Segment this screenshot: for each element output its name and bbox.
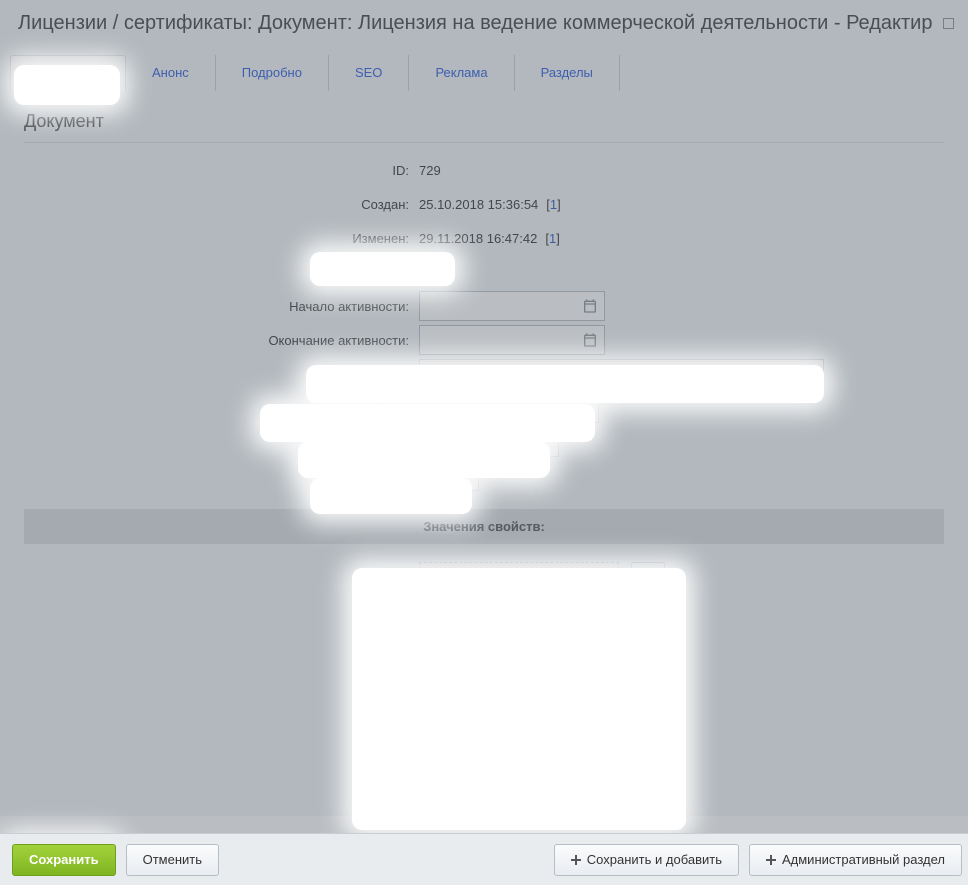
external-input[interactable] [419,427,559,457]
file-menu-button[interactable] [631,562,665,592]
menu-icon [640,571,656,583]
save-and-add-button[interactable]: Сохранить и добавить [554,844,739,876]
calendar-icon [582,332,598,348]
image-icon [640,608,656,622]
check-icon [422,266,434,278]
value-modified-date: 29.11.2018 16:47:42 [419,231,537,246]
tabs: Документ Анонс Подробно SEO Реклама Разд… [0,47,968,91]
tab-ad[interactable]: Реклама [409,55,514,91]
created-user-link[interactable]: 1 [550,197,557,212]
value-id: 729 [419,163,441,178]
active-checkbox[interactable] [419,263,437,281]
row-sort: Сортировка: [24,461,944,491]
row-name: Название: [24,359,944,389]
label-sort: Сортировка: [24,469,419,484]
tab-label: Подробно [242,65,302,80]
row-created: Создан: 25.10.2018 15:36:54 [1] [24,189,944,219]
tab-label: Разделы [541,65,593,80]
label-name: Название: [24,367,419,382]
code-input[interactable] [419,393,599,423]
file-thumbnail[interactable]: PDF 99d095baa1bcdee7daa0f97ed209aa40.pdf… [426,569,612,785]
label-external: Внешний код: [24,435,419,450]
row-end-date: Окончание активности: [24,325,944,355]
cancel-button[interactable]: Отменить [126,844,219,876]
end-date-input[interactable] [419,325,605,355]
panel-title: Документ [24,105,944,142]
label-id: ID: [24,163,419,178]
label-file: Файл: [24,562,419,587]
file-toolbar [631,562,665,668]
footer: Сохранить Отменить Сохранить и добавить … [0,833,968,885]
label-code: Символьный код: [24,401,419,416]
tab-document[interactable]: Документ [10,55,126,91]
divider [24,142,944,143]
file-blank-button[interactable] [631,638,665,668]
file-image-button[interactable] [631,600,665,630]
label-end: Окончание активности: [24,333,419,348]
admin-section-button[interactable]: Административный раздел [749,844,962,876]
tab-label: SEO [355,65,382,80]
sort-input[interactable] [419,461,479,491]
button-label: Сохранить [29,852,99,867]
row-start-date: Начало активности: [24,291,944,321]
row-file: Файл: PDF 99d095baa1bcdee7daa0f97ed209aa… [24,562,944,792]
tab-label: Реклама [435,65,487,80]
calendar-icon [582,298,598,314]
label-active: Активность: [24,265,419,280]
file-remove-icon[interactable]: × [591,757,603,780]
blank-file-icon [642,646,654,660]
form-panel: Документ ID: 729 Создан: 25.10.2018 15:3… [0,91,968,816]
svg-text:PDF: PDF [515,659,528,666]
button-label: Административный раздел [782,852,945,867]
row-id: ID: 729 [24,155,944,185]
titlebar: Лицензии / сертификаты: Документ: Лиценз… [0,0,968,47]
pdf-file-icon: PDF [503,635,535,675]
properties-section-header: Значения свойств: [24,509,944,544]
tab-sections[interactable]: Разделы [515,55,620,91]
start-date-input[interactable] [419,291,605,321]
page-title: Лицензии / сертификаты: Документ: Лиценз… [18,12,932,35]
label-created: Создан: [24,197,419,212]
tab-detail[interactable]: Подробно [216,55,329,91]
button-label: Отменить [143,852,202,867]
row-external: Внешний код: [24,427,944,457]
value-created-date: 25.10.2018 15:36:54 [419,197,538,212]
row-modified: Изменен: 29.11.2018 16:47:42 [1] [24,223,944,253]
label-modified: Изменен: [24,231,419,246]
row-code: Символьный код: [24,393,944,423]
file-name: 99d095baa1bcdee7daa0f97ed209aa40.pdf [435,685,603,719]
plus-icon [571,855,581,865]
tab-label: Анонс [152,65,189,80]
tab-seo[interactable]: SEO [329,55,409,91]
name-input[interactable] [419,359,824,389]
save-button[interactable]: Сохранить [12,844,116,876]
plus-icon [766,855,776,865]
modified-user-link[interactable]: 1 [549,231,556,246]
tab-anons[interactable]: Анонс [126,55,216,91]
window-expand-icon[interactable] [943,18,954,29]
file-dropzone[interactable]: PDF 99d095baa1bcdee7daa0f97ed209aa40.pdf… [419,562,619,792]
tab-label: Документ [37,66,99,81]
label-start: Начало активности: [24,299,419,314]
row-active: Активность: [24,257,944,287]
button-label: Сохранить и добавить [587,852,722,867]
